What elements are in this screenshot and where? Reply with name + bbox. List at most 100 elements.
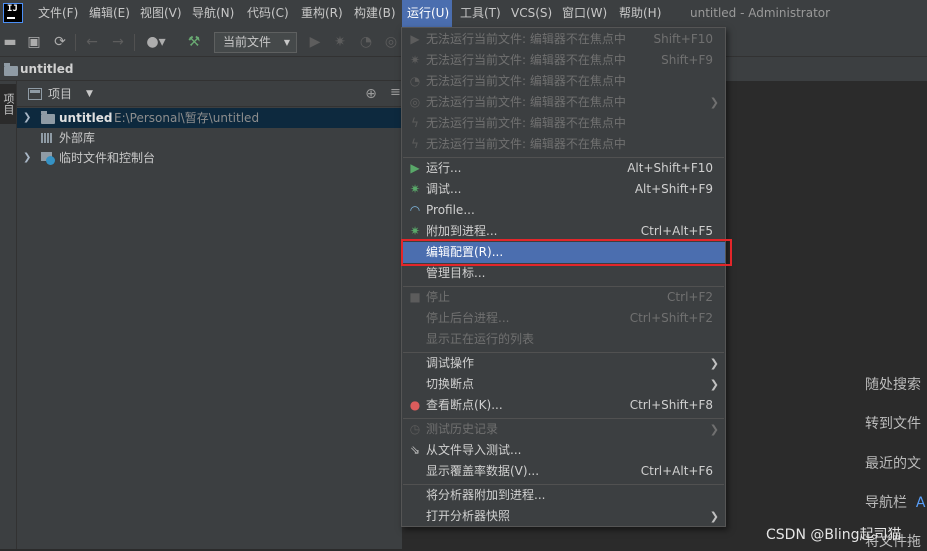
menu-item-import-tests[interactable]: ⇘ 从文件导入测试... (402, 440, 725, 461)
menu-item-shortcut: Alt+Shift+F10 (627, 161, 713, 175)
menu-tools[interactable]: 工具(T) (455, 0, 506, 27)
profile-icon[interactable]: ◎ (381, 32, 401, 52)
tree-item-untitled[interactable]: ❯ untitled E:\Personal\暂存\untitled (17, 108, 402, 128)
menu-navigate[interactable]: 导航(N) (187, 0, 239, 27)
menu-item-coverage-current[interactable]: ◔ 无法运行当前文件: 编辑器不在焦点中 (402, 71, 725, 92)
menu-build[interactable]: 构建(B) (349, 0, 401, 27)
chevron-down-icon: ▼ (283, 38, 290, 47)
watermark: CSDN @Bling起司猫 (766, 527, 902, 543)
menu-refactor[interactable]: 重构(R) (296, 0, 348, 27)
build-hammer-icon[interactable]: ⚒ (184, 32, 204, 52)
menu-run[interactable]: 运行(U) (402, 0, 452, 27)
menu-item-label: 显示覆盖率数据(V)... (426, 464, 540, 478)
hint-recent-files: 最近的文 (865, 456, 921, 472)
run-icon: ▶ (410, 32, 420, 46)
menu-item-run-current[interactable]: ▶ 无法运行当前文件: 编辑器不在焦点中 Shift+F10 (402, 29, 725, 50)
tree-item-path: E:\Personal\暂存\untitled (114, 111, 260, 125)
toolbar-divider (134, 34, 135, 51)
forward-icon[interactable]: → (108, 32, 128, 52)
project-panel: 项目 ▼ ⊕ ≡ ❯ untitled E:\Personal\暂存\untit… (17, 81, 402, 549)
project-tool-tab[interactable]: 项目 (0, 84, 16, 124)
menu-item-profile[interactable]: ◠ Profile... (402, 200, 725, 221)
menu-item-shortcut: Ctrl+F2 (667, 290, 713, 304)
coverage-icon[interactable]: ◔ (356, 32, 376, 52)
chevron-right-icon: ❯ (709, 423, 719, 436)
menu-item-shortcut: Ctrl+Shift+F8 (629, 398, 713, 412)
hint-shortcut: A (915, 495, 926, 511)
lightning-icon: ϟ (411, 116, 419, 130)
menu-item-label: 调试操作 (426, 356, 475, 370)
menu-view[interactable]: 视图(V) (135, 0, 187, 27)
back-icon[interactable]: ← (82, 32, 102, 52)
run-menu-dropdown: ▶ 无法运行当前文件: 编辑器不在焦点中 Shift+F10 ✷ 无法运行当前文… (401, 27, 726, 527)
menu-item-label: 无法运行当前文件: 编辑器不在焦点中 (426, 32, 626, 46)
project-folder-icon (4, 63, 18, 76)
menu-code[interactable]: 代码(C) (242, 0, 294, 27)
run-icon[interactable]: ▶ (305, 32, 325, 52)
run-config-label: 当前文件 (223, 35, 272, 49)
menu-item-view-breakpoints[interactable]: ● 查看断点(K)... Ctrl+Shift+F8 (402, 395, 725, 416)
menu-item-attach-profiler[interactable]: 将分析器附加到进程... (402, 485, 725, 506)
scratches-icon (41, 151, 55, 165)
menu-item-label: 显示正在运行的列表 (426, 332, 535, 346)
menu-item-stop[interactable]: ■ 停止 Ctrl+F2 (402, 287, 725, 308)
menu-item-label: 从文件导入测试... (426, 443, 522, 457)
menu-bar: IJ 文件(F) 编辑(E) 视图(V) 导航(N) 代码(C) 重构(R) 构… (0, 0, 927, 27)
menu-item-open-snapshot[interactable]: 打开分析器快照 ❯ (402, 506, 725, 527)
menu-item-debug-current[interactable]: ✷ 无法运行当前文件: 编辑器不在焦点中 Shift+F9 (402, 50, 725, 71)
menu-item-other-current-2[interactable]: ϟ 无法运行当前文件: 编辑器不在焦点中 (402, 134, 725, 155)
menu-item-debug-actions[interactable]: 调试操作 ❯ (402, 353, 725, 374)
menu-item-test-history[interactable]: ◷ 测试历史记录 ❯ (402, 419, 725, 440)
import-arrow-icon: ⇘ (409, 443, 421, 457)
intellij-logo-icon[interactable]: IJ (3, 3, 23, 23)
menu-help[interactable]: 帮助(H) (614, 0, 666, 27)
tree-item-scratches[interactable]: ❯ 临时文件和控制台 (17, 148, 402, 168)
menu-item-label: 停止 (426, 290, 451, 304)
menu-item-profile-current[interactable]: ◎ 无法运行当前文件: 编辑器不在焦点中 ❯ (402, 92, 725, 113)
collapse-icon[interactable]: ≡ (390, 85, 401, 100)
stop-icon: ■ (409, 290, 421, 304)
menu-item-label: 管理目标... (426, 266, 486, 280)
menu-item-label: 打开分析器快照 (426, 509, 511, 523)
menu-item-shortcut: Ctrl+Alt+F6 (640, 464, 713, 478)
chevron-right-icon[interactable]: ❯ (23, 108, 31, 128)
sync-icon[interactable]: ⟳ (50, 32, 70, 52)
menu-file[interactable]: 文件(F) (33, 0, 83, 27)
menu-item-toggle-breakpoint[interactable]: 切换断点 ❯ (402, 374, 725, 395)
locate-target-icon[interactable]: ⊕ (363, 86, 379, 102)
user-dropdown-icon[interactable]: ●▾ (142, 32, 170, 52)
menu-item-label: 将分析器附加到进程... (426, 488, 546, 502)
menu-item-show-running[interactable]: 显示正在运行的列表 (402, 329, 725, 350)
debug-bug-icon: ✷ (409, 182, 421, 196)
menu-item-shortcut: Alt+Shift+F9 (634, 182, 713, 196)
tree-item-external-libraries[interactable]: 外部库 (17, 128, 402, 148)
save-icon[interactable]: ▣ (24, 32, 44, 52)
menu-item-label: 运行... (426, 161, 462, 175)
menu-item-label: 无法运行当前文件: 编辑器不在焦点中 (426, 137, 626, 151)
menu-item-stop-background[interactable]: 停止后台进程... Ctrl+Shift+F2 (402, 308, 725, 329)
hint-search-everywhere: 随处搜索 (865, 377, 921, 393)
menu-item-other-current[interactable]: ϟ 无法运行当前文件: 编辑器不在焦点中 (402, 113, 725, 134)
hint-navigation-bar: 导航栏 A (865, 492, 925, 512)
open-folder-icon[interactable]: ▬ (0, 32, 20, 52)
debug-icon[interactable]: ✷ (330, 32, 350, 52)
menu-item-show-coverage[interactable]: 显示覆盖率数据(V)... Ctrl+Alt+F6 (402, 461, 725, 482)
menu-item-label: 切换断点 (426, 377, 475, 391)
menu-window[interactable]: 窗口(W) (557, 0, 612, 27)
menu-item-label: 调试... (426, 182, 462, 196)
menu-edit[interactable]: 编辑(E) (84, 0, 135, 27)
breadcrumb-project[interactable]: untitled (20, 57, 74, 81)
chevron-down-icon[interactable]: ▼ (86, 81, 93, 107)
debug-bug-icon: ✷ (409, 53, 421, 67)
menu-vcs[interactable]: VCS(S) (506, 0, 557, 27)
menu-item-run[interactable]: ▶ 运行... Alt+Shift+F10 (402, 158, 725, 179)
project-view-label[interactable]: 项目 (48, 81, 72, 107)
toolbar-divider (75, 34, 76, 51)
chevron-right-icon[interactable]: ❯ (23, 148, 31, 168)
run-config-selector[interactable]: 当前文件 ▼ (214, 32, 297, 53)
module-folder-icon (41, 111, 55, 124)
menu-item-label: 无法运行当前文件: 编辑器不在焦点中 (426, 53, 626, 67)
menu-item-manage-targets[interactable]: 管理目标... (402, 263, 725, 284)
menu-item-debug[interactable]: ✷ 调试... Alt+Shift+F9 (402, 179, 725, 200)
project-panel-header: 项目 ▼ ⊕ ≡ (17, 81, 402, 107)
